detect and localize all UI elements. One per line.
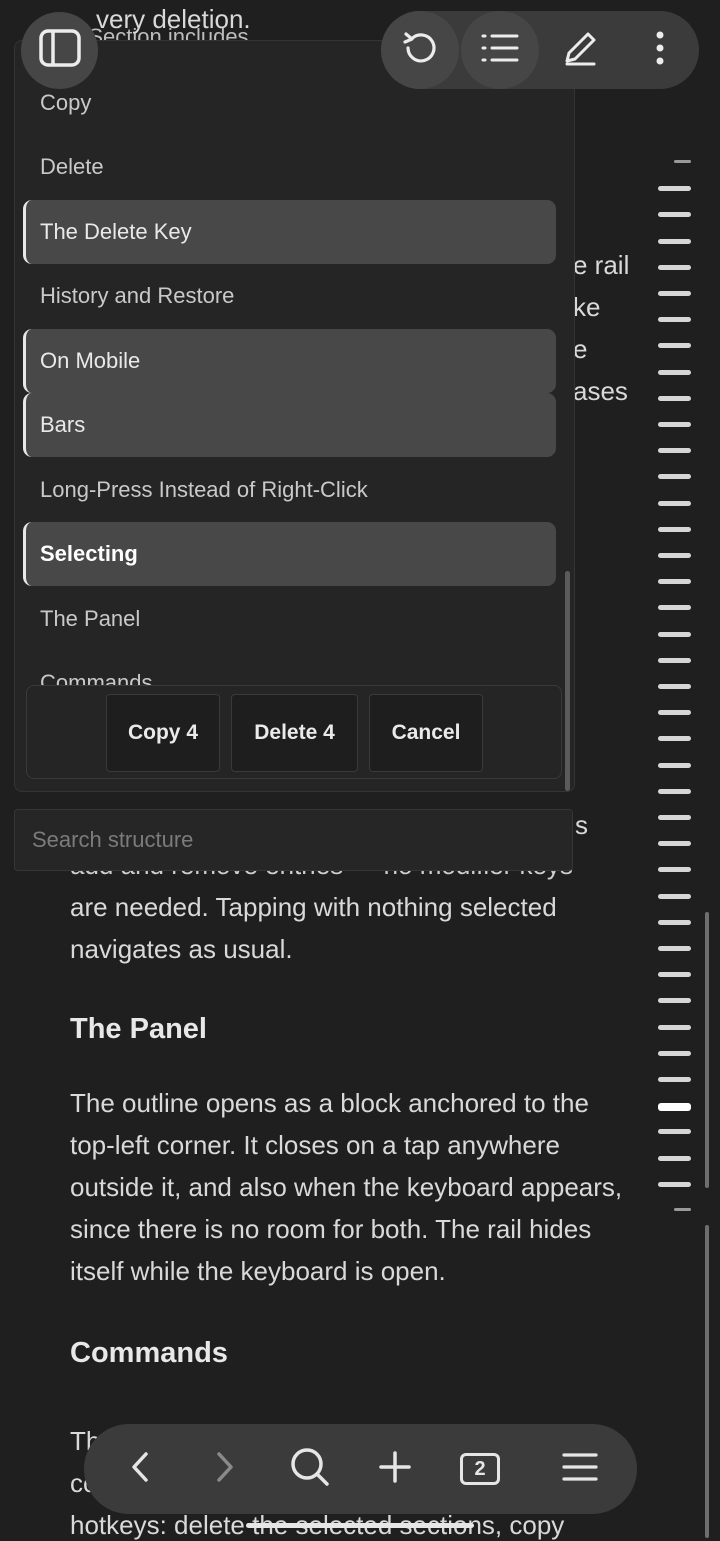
rail-tick[interactable]	[658, 1182, 691, 1187]
forward-button[interactable]	[185, 1424, 265, 1514]
search-icon	[289, 1446, 331, 1493]
doc-heading: Commands	[70, 1337, 228, 1369]
more-options-button[interactable]	[630, 11, 690, 89]
doc-fragment: very deletion.	[96, 4, 251, 34]
outline-item[interactable]: Bars	[23, 393, 556, 457]
doc-fragment: ke	[573, 292, 601, 322]
rail-tick[interactable]	[658, 736, 691, 741]
pencil-icon	[560, 28, 600, 73]
history-icon	[400, 28, 440, 73]
search-structure-input[interactable]	[14, 809, 573, 871]
rail-tick[interactable]	[658, 1156, 691, 1161]
chevron-right-icon	[213, 1450, 237, 1489]
rail-tick[interactable]	[658, 946, 691, 951]
rail-tick[interactable]	[658, 396, 691, 401]
doc-paragraph: The outline opens as a block anchored to…	[70, 1088, 623, 1286]
rail-scrollbar[interactable]	[705, 912, 709, 1188]
rail-tick[interactable]	[658, 343, 691, 348]
outline-panel: Copy Delete The Delete Key History and Rest…	[14, 40, 575, 792]
sidebar-toggle-icon	[38, 28, 82, 73]
plus-icon	[378, 1450, 412, 1489]
new-tab-button[interactable]	[355, 1424, 435, 1514]
outline-item[interactable]: History and Restore	[23, 264, 556, 328]
search-button[interactable]	[270, 1424, 350, 1514]
rail-tick[interactable]	[674, 1208, 691, 1211]
rail-tick[interactable]	[658, 998, 691, 1003]
outline-item[interactable]: The Panel	[23, 587, 556, 651]
outline-scrollbar[interactable]	[565, 571, 570, 791]
doc-fragment: e	[573, 334, 588, 364]
rail-tick[interactable]	[658, 501, 691, 506]
outline-item[interactable]: Delete	[23, 135, 556, 199]
rail-tick[interactable]	[658, 291, 691, 296]
rail-tick[interactable]	[658, 841, 691, 846]
outline-item[interactable]: The Delete Key	[23, 200, 556, 264]
tabs-button[interactable]: 2	[440, 1424, 520, 1514]
rail-tick[interactable]	[658, 658, 691, 663]
bottom-navigation-bar: 2	[84, 1424, 637, 1514]
rail-tick[interactable]	[658, 605, 691, 610]
outline-item[interactable]: On Mobile	[23, 329, 556, 393]
rail-tick[interactable]	[658, 894, 691, 899]
rail-tick[interactable]	[658, 710, 691, 715]
rail-tick[interactable]	[658, 632, 691, 637]
cancel-selection-button[interactable]: Cancel	[369, 694, 483, 772]
doc-fragment: e rail	[573, 250, 630, 280]
outline-item[interactable]: Selecting	[23, 522, 556, 586]
more-vertical-icon	[655, 31, 665, 70]
rail-tick[interactable]	[658, 1051, 691, 1056]
rail-tick[interactable]	[658, 1025, 691, 1030]
rail-tick[interactable]	[658, 920, 691, 925]
tab-count-badge: 2	[460, 1453, 500, 1485]
history-button[interactable]	[381, 11, 459, 89]
list-icon	[480, 31, 520, 70]
rail-tick[interactable]	[658, 448, 691, 453]
chevron-left-icon	[128, 1450, 152, 1489]
doc-fragment: ases	[573, 376, 628, 406]
rail-tick-current[interactable]	[658, 1103, 691, 1111]
rail-tick[interactable]	[658, 815, 691, 820]
home-indicator	[246, 1523, 474, 1528]
rail-tick[interactable]	[658, 239, 691, 244]
rail-tick[interactable]	[658, 763, 691, 768]
rail-tick[interactable]	[658, 1077, 691, 1082]
copy-sections-button[interactable]: Copy 4	[106, 694, 220, 772]
rail-tick[interactable]	[658, 1129, 691, 1134]
rail-tick[interactable]	[658, 527, 691, 532]
outline-item[interactable]: Long-Press Instead of Right-Click	[23, 458, 556, 522]
hamburger-menu-icon	[561, 1451, 599, 1488]
rail-tick[interactable]	[658, 789, 691, 794]
doc-heading: The Panel	[70, 1013, 207, 1045]
doc-paragraph: are needed. Tapping with nothing selecte…	[70, 892, 557, 964]
rail-tick[interactable]	[674, 160, 691, 163]
rail-tick[interactable]	[658, 317, 691, 322]
rail-tick[interactable]	[658, 553, 691, 558]
rail-tick[interactable]	[658, 867, 691, 872]
rail-tick[interactable]	[658, 422, 691, 427]
rail-tick[interactable]	[658, 370, 691, 375]
doc-fragment: s	[575, 810, 588, 840]
rail-tick[interactable]	[658, 579, 691, 584]
rail-tick[interactable]	[658, 212, 691, 217]
page-scrollbar[interactable]	[705, 1225, 709, 1538]
edit-button[interactable]	[541, 11, 619, 89]
rail-tick[interactable]	[658, 186, 691, 191]
outline-button[interactable]	[461, 11, 539, 89]
rail-tick[interactable]	[658, 265, 691, 270]
delete-sections-button[interactable]: Delete 4	[231, 694, 358, 772]
selection-action-bar: Copy 4 Delete 4 Cancel	[26, 685, 562, 779]
rail-tick[interactable]	[658, 474, 691, 479]
rail-tick[interactable]	[658, 972, 691, 977]
rail-tick[interactable]	[658, 684, 691, 689]
back-button[interactable]	[100, 1424, 180, 1514]
menu-button[interactable]	[540, 1424, 620, 1514]
sidebar-toggle-button[interactable]	[21, 12, 98, 89]
